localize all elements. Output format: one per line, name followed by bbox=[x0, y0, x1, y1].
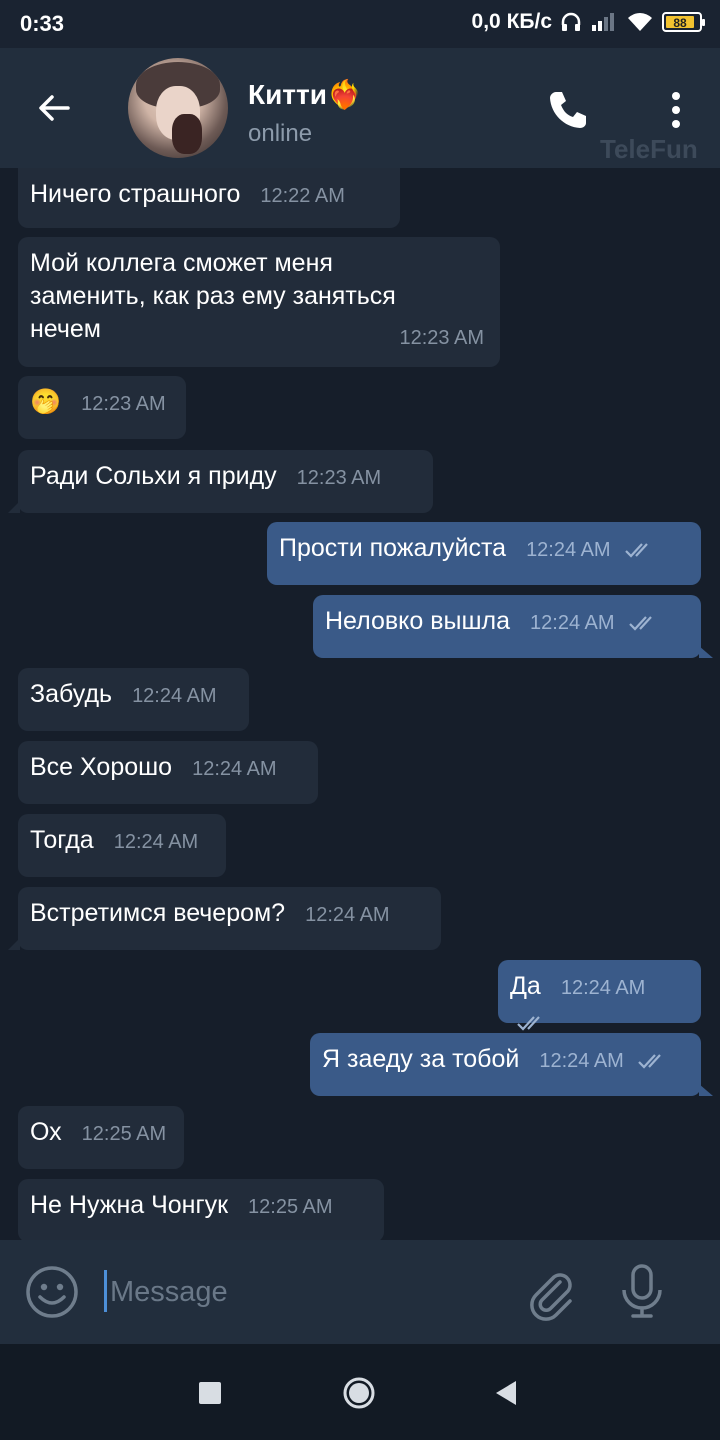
message-text: Ох bbox=[30, 1118, 62, 1146]
message-text-line: заменить, как раз ему заняться bbox=[30, 282, 396, 310]
signal-icon bbox=[592, 13, 614, 31]
message-time: 12:25 AM bbox=[81, 1123, 167, 1145]
system-nav-bar bbox=[0, 1344, 720, 1440]
message-text: Ради Сольхи я приду bbox=[30, 462, 277, 490]
arrow-left-icon bbox=[39, 95, 70, 121]
message-text: Да bbox=[510, 972, 541, 1000]
phone-icon bbox=[550, 92, 586, 128]
message-text: Ничего страшного bbox=[30, 180, 241, 208]
message-emoji: 🤭 bbox=[30, 388, 62, 416]
smile-icon bbox=[26, 1266, 78, 1318]
contact-status: online bbox=[248, 120, 313, 147]
message-incoming[interactable]: Не Нужна Чонгук 12:25 AM bbox=[18, 1179, 384, 1240]
message-incoming[interactable]: Ох 12:25 AM bbox=[18, 1106, 184, 1169]
message-input[interactable] bbox=[108, 1270, 492, 1314]
message-composer bbox=[0, 1240, 720, 1344]
headphones-icon bbox=[561, 12, 581, 31]
message-time: 12:24 AM bbox=[526, 539, 611, 561]
attach-button[interactable] bbox=[524, 1266, 580, 1322]
text-cursor bbox=[104, 1270, 107, 1312]
microphone-button[interactable] bbox=[616, 1262, 668, 1322]
message-incoming[interactable]: Мой коллега сможет меня заменить, как ра… bbox=[18, 237, 500, 367]
message-time: 12:24 AM bbox=[132, 685, 217, 707]
message-text: Прости пожалуйста bbox=[279, 534, 507, 562]
message-time: 12:25 AM bbox=[248, 1196, 333, 1218]
message-text: Тогда bbox=[30, 826, 94, 854]
message-time: 12:24 AM bbox=[560, 977, 646, 999]
message-time: 12:22 AM bbox=[260, 185, 345, 207]
message-incoming[interactable]: Встретимся вечером? 12:24 AM bbox=[8, 887, 441, 950]
message-outgoing[interactable]: Да 12:24 AM bbox=[498, 960, 701, 1031]
message-incoming[interactable]: Ничего страшного 12:22 AM bbox=[18, 168, 400, 228]
emoji-button[interactable] bbox=[24, 1264, 80, 1320]
call-button[interactable] bbox=[544, 86, 592, 134]
more-menu-button[interactable] bbox=[656, 86, 696, 134]
message-time: 12:24 AM bbox=[539, 1050, 624, 1072]
message-text: Забудь bbox=[30, 680, 113, 708]
double-check-icon bbox=[638, 1054, 661, 1069]
watermark: TeleFun bbox=[600, 134, 698, 164]
wifi-icon bbox=[628, 13, 652, 31]
message-outgoing[interactable]: Я заеду за тобой 12:24 AM bbox=[310, 1033, 713, 1096]
nav-back-button[interactable] bbox=[494, 1379, 518, 1407]
message-incoming[interactable]: Забудь 12:24 AM bbox=[18, 668, 249, 731]
message-time: 12:24 AM bbox=[113, 831, 199, 853]
message-time: 12:24 AM bbox=[305, 904, 390, 926]
back-button[interactable] bbox=[26, 80, 82, 136]
network-speed: 0,0 КБ/с bbox=[471, 10, 552, 33]
contact-name[interactable]: Китти❤️‍🔥 bbox=[248, 78, 362, 111]
message-time: 12:23 AM bbox=[399, 327, 484, 349]
message-incoming[interactable]: Ради Сольхи я приду 12:23 AM bbox=[8, 450, 433, 513]
home-button[interactable] bbox=[342, 1376, 376, 1410]
message-text: Встретимся вечером? bbox=[30, 899, 286, 927]
microphone-icon bbox=[622, 1264, 662, 1318]
message-incoming[interactable]: Тогда 12:24 AM bbox=[18, 814, 226, 877]
double-check-icon bbox=[624, 543, 648, 558]
message-text: Неловко вышла bbox=[325, 607, 511, 635]
status-icons: 0,0 КБ/с 88 bbox=[471, 10, 705, 34]
recents-button[interactable] bbox=[199, 1382, 221, 1404]
message-time: 12:23 AM bbox=[81, 393, 166, 415]
chat-header: Китти❤️‍🔥 online TeleFun bbox=[0, 48, 720, 168]
message-list[interactable]: Ничего страшного 12:22 AM Мой коллега смо… bbox=[0, 168, 720, 1240]
message-text-line: Мой коллега сможет меня bbox=[30, 249, 333, 277]
message-outgoing[interactable]: Неловко вышла 12:24 AM bbox=[313, 595, 713, 658]
message-incoming[interactable]: 🤭 12:23 AM bbox=[18, 376, 186, 439]
paperclip-icon bbox=[530, 1273, 572, 1321]
message-time: 12:23 AM bbox=[296, 467, 382, 489]
message-text: Не Нужна Чонгук bbox=[30, 1191, 229, 1219]
double-check-icon bbox=[628, 616, 652, 631]
message-text: Я заеду за тобой bbox=[322, 1045, 520, 1073]
status-bar: 0:33 0,0 КБ/с 88 bbox=[0, 0, 720, 48]
message-time: 12:24 AM bbox=[530, 612, 615, 634]
double-check-icon bbox=[517, 1016, 540, 1031]
status-time: 0:33 bbox=[20, 11, 65, 36]
battery-icon: 88 bbox=[662, 12, 705, 32]
more-vert-icon bbox=[672, 92, 680, 128]
message-outgoing[interactable]: Прости пожалуйста 12:24 AM bbox=[267, 522, 701, 585]
message-time: 12:24 AM bbox=[192, 758, 277, 780]
message-incoming[interactable]: Все Хорошо 12:24 AM bbox=[18, 741, 318, 804]
avatar[interactable] bbox=[128, 58, 228, 158]
message-text: Все Хорошо bbox=[30, 753, 173, 781]
